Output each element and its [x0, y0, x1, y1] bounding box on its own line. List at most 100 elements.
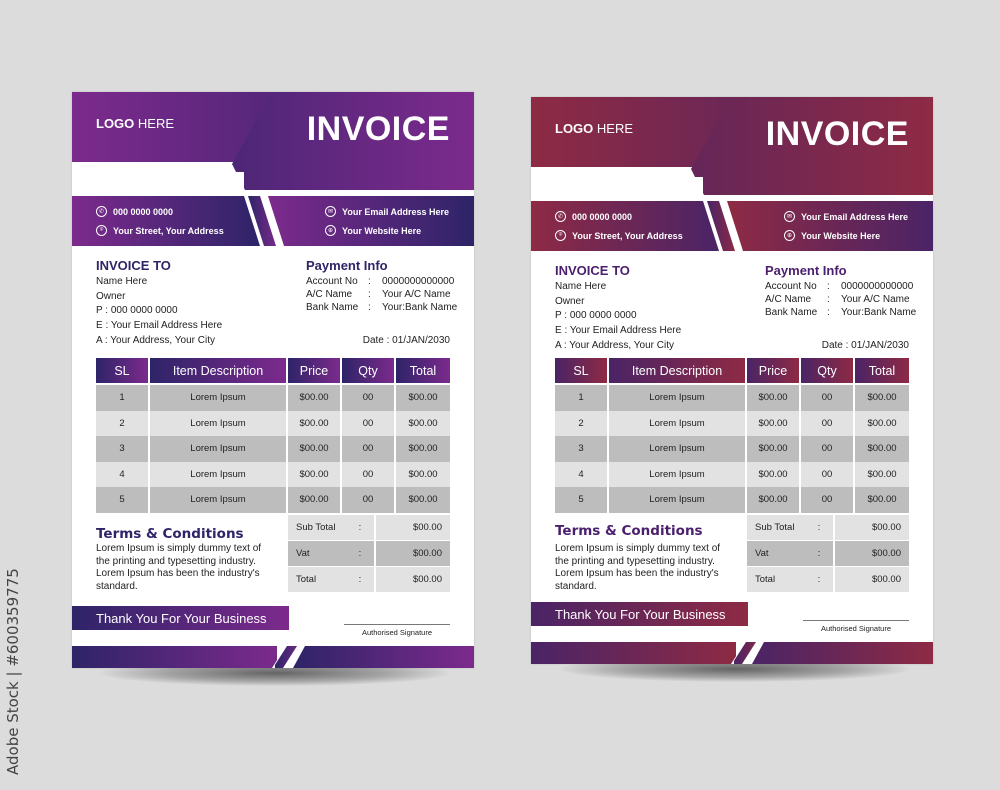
- table-cell-sl: 3: [96, 436, 148, 462]
- table-cell-total: $00.00: [855, 487, 909, 513]
- table-cell-description: Lorem Ipsum: [150, 487, 286, 513]
- table-cell-price: $00.00: [288, 410, 340, 436]
- totals-value: $00.00: [376, 514, 450, 540]
- table-cell-price: $00.00: [747, 385, 799, 411]
- payment-account-no: Account No:0000000000000: [306, 276, 455, 287]
- totals-value: $00.00: [835, 514, 909, 540]
- terms-body: Lorem Ipsum is simply dummy text of the …: [555, 543, 721, 592]
- terms-title: Terms & Conditions: [96, 526, 244, 542]
- table-header-price: Price: [288, 358, 340, 383]
- contact-address: ⌾ Your Street, Your Address: [555, 230, 683, 241]
- table-cell-qty: 00: [801, 385, 853, 411]
- table-cell-price: $00.00: [747, 436, 799, 462]
- invoice-template-purple: LOGO HERE INVOICE ✆ 000 0000 0000 ⌾ Your S…: [72, 92, 474, 668]
- invoice-to-title: INVOICE TO: [96, 258, 171, 273]
- location-pin-icon: ⌾: [555, 230, 566, 241]
- table-cell-qty: 00: [342, 385, 394, 411]
- client-phone: P : 000 0000 0000: [96, 305, 178, 316]
- terms-body: Lorem Ipsum is simply dummy text of the …: [96, 543, 262, 592]
- table-cell-description: Lorem Ipsum: [609, 436, 745, 462]
- invoice-date: Date : 01/JAN/2030: [821, 340, 909, 351]
- contact-website: ⊕ Your Website Here: [784, 230, 880, 241]
- invoice-template-maroon: LOGO HERE INVOICE ✆ 000 0000 0000 ⌾ Your S…: [531, 97, 933, 664]
- invoice-header: LOGO HERE INVOICE: [72, 92, 474, 192]
- header-divider: [72, 172, 244, 192]
- table-cell-qty: 00: [342, 410, 394, 436]
- table-cell-sl: 5: [96, 487, 148, 513]
- table-cell-sl: 2: [555, 410, 607, 436]
- contact-website: ⊕ Your Website Here: [325, 225, 421, 236]
- contact-phone: ✆ 000 0000 0000: [96, 206, 173, 217]
- table-cell-qty: 00: [342, 461, 394, 487]
- table-cell-qty: 00: [801, 436, 853, 462]
- invoice-title: INVOICE: [765, 115, 909, 153]
- table-cell-description: Lorem Ipsum: [609, 461, 745, 487]
- table-cell-total: $00.00: [855, 461, 909, 487]
- table-header-total: Total: [855, 358, 909, 383]
- table-cell-description: Lorem Ipsum: [609, 385, 745, 411]
- payment-info-title: Payment Info: [765, 263, 847, 278]
- stock-watermark: Adobe Stock | #600359775: [4, 568, 22, 775]
- contact-email: ✉ Your Email Address Here: [325, 206, 449, 217]
- logo-placeholder: LOGO HERE: [96, 116, 175, 131]
- table-header-sl: SL: [555, 358, 607, 383]
- thank-you-banner: Thank You For Your Business: [531, 602, 748, 626]
- table-cell-sl: 4: [96, 461, 148, 487]
- totals-separator: :: [346, 514, 374, 540]
- header-divider: [531, 177, 703, 197]
- table-cell-sl: 4: [555, 461, 607, 487]
- table-cell-qty: 00: [801, 461, 853, 487]
- table-cell-price: $00.00: [288, 436, 340, 462]
- location-pin-icon: ⌾: [96, 225, 107, 236]
- signature-label: Authorised Signature: [820, 624, 892, 633]
- totals-value: $00.00: [835, 566, 909, 592]
- table-cell-description: Lorem Ipsum: [150, 436, 286, 462]
- invoice-to-title: INVOICE TO: [555, 263, 630, 278]
- contact-address: ⌾ Your Street, Your Address: [96, 225, 224, 236]
- footer-band: [72, 646, 474, 668]
- contact-email: ✉ Your Email Address Here: [784, 211, 908, 222]
- table-cell-total: $00.00: [855, 410, 909, 436]
- totals-value: $00.00: [376, 540, 450, 566]
- table-cell-price: $00.00: [288, 487, 340, 513]
- totals-label: Sub Total: [747, 514, 805, 540]
- table-cell-description: Lorem Ipsum: [150, 461, 286, 487]
- totals-value: $00.00: [376, 566, 450, 592]
- contact-phone: ✆ 000 0000 0000: [555, 211, 632, 222]
- table-cell-description: Lorem Ipsum: [609, 487, 745, 513]
- client-name: Name Here: [555, 281, 607, 292]
- table-header-qty: Qty: [342, 358, 394, 383]
- table-cell-sl: 5: [555, 487, 607, 513]
- invoice-header: LOGO HERE INVOICE: [531, 97, 933, 197]
- footer-band-left: [531, 642, 736, 664]
- table-header-sl: SL: [96, 358, 148, 383]
- contact-panel-right: [268, 196, 474, 246]
- totals-separator: :: [346, 540, 374, 566]
- signature-line: [344, 624, 450, 625]
- table-cell-sl: 3: [555, 436, 607, 462]
- table-cell-description: Lorem Ipsum: [150, 410, 286, 436]
- globe-icon: ⊕: [325, 225, 336, 236]
- table-cell-description: Lorem Ipsum: [609, 410, 745, 436]
- contact-panel-right: [727, 201, 933, 251]
- contact-bar: ✆ 000 0000 0000 ⌾ Your Street, Your Addres…: [531, 201, 933, 251]
- footer-band: [531, 642, 933, 664]
- client-role: Owner: [555, 296, 585, 307]
- table-header-qty: Qty: [801, 358, 853, 383]
- terms-title: Terms & Conditions: [555, 523, 703, 539]
- payment-info-title: Payment Info: [306, 258, 388, 273]
- totals-label: Vat: [288, 540, 346, 566]
- client-email: E : Your Email Address Here: [96, 320, 223, 331]
- footer-band-left: [72, 646, 277, 668]
- table-header-item-description: Item Description: [150, 358, 286, 383]
- client-phone: P : 000 0000 0000: [555, 310, 637, 321]
- client-role: Owner: [96, 291, 126, 302]
- payment-bank-name: Bank Name: Your:Bank Name: [765, 307, 917, 318]
- table-cell-price: $00.00: [288, 385, 340, 411]
- totals-separator: :: [805, 514, 833, 540]
- contact-panel-left: [531, 201, 719, 251]
- payment-account-no: Account No:0000000000000: [765, 281, 914, 292]
- table-cell-sl: 1: [555, 385, 607, 411]
- table-cell-total: $00.00: [396, 461, 450, 487]
- invoice-date: Date : 01/JAN/2030: [362, 335, 450, 346]
